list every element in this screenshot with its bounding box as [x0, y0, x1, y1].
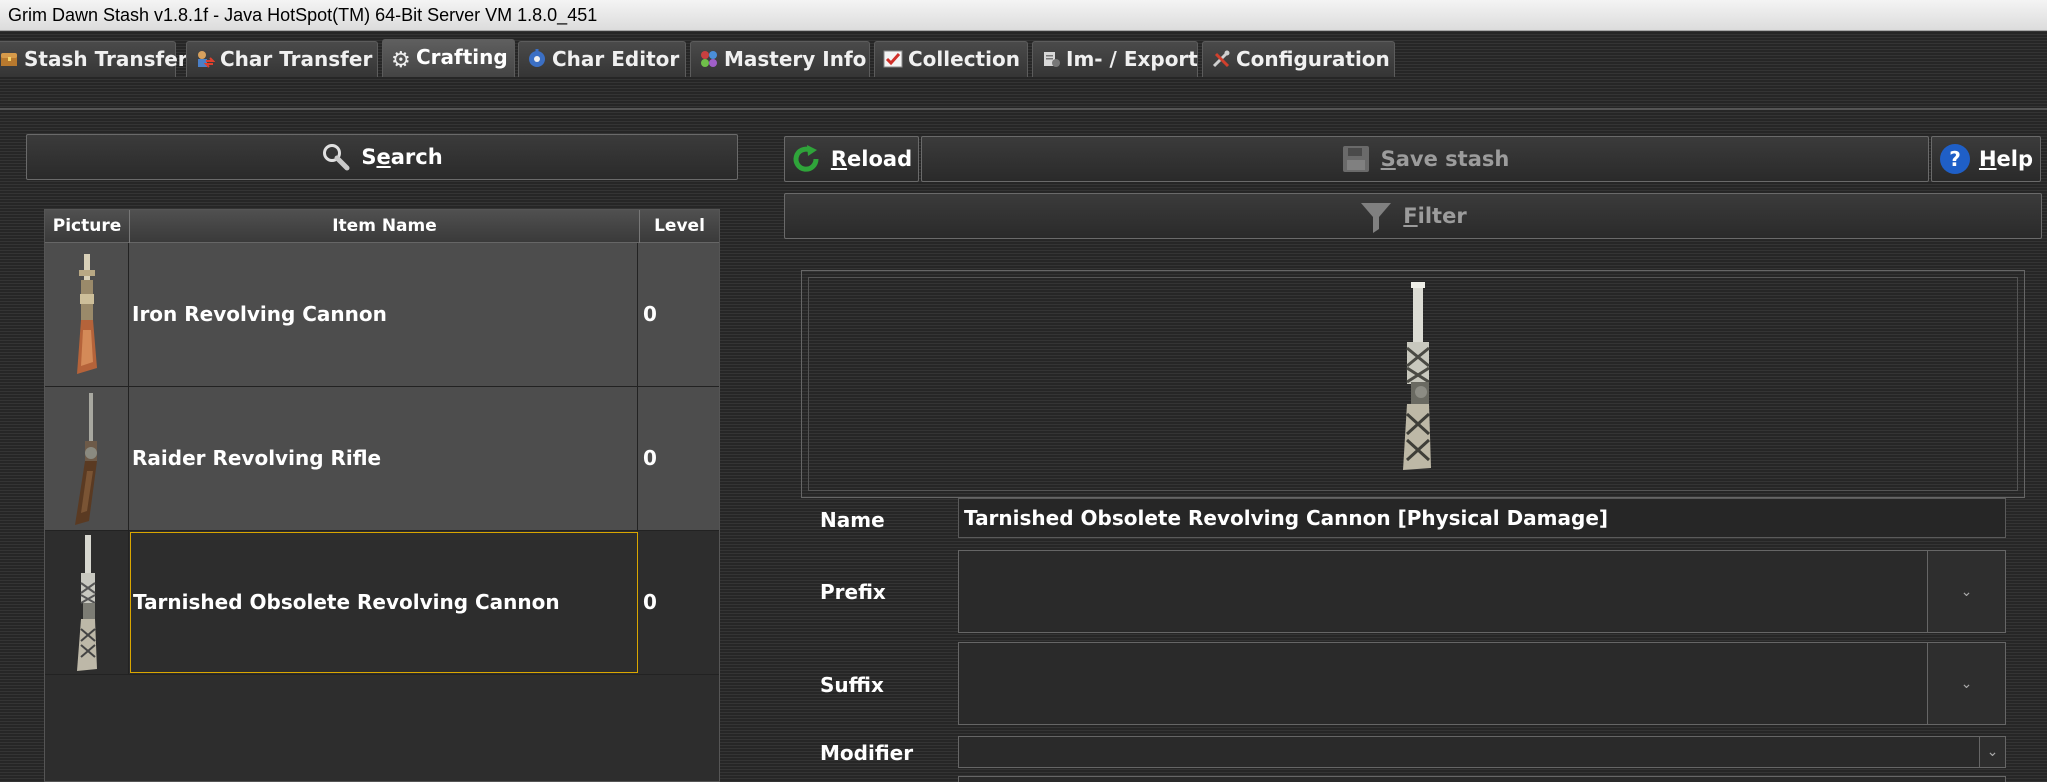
- suffix-select[interactable]: ⌄: [958, 642, 2006, 725]
- modifier-select[interactable]: ⌄: [958, 736, 2006, 768]
- table-header: Picture Item Name Level: [45, 210, 719, 243]
- import-export-icon: [1044, 52, 1060, 67]
- svg-text:?: ?: [1949, 147, 1961, 171]
- tab-label: Char Transfer: [220, 47, 373, 71]
- tab-configuration[interactable]: Configuration: [1202, 41, 1395, 77]
- tab-separator: [0, 108, 2047, 110]
- item-level: 0: [643, 590, 657, 614]
- prefix-label: Prefix: [820, 580, 886, 604]
- tab-mastery-info[interactable]: Mastery Info: [690, 41, 870, 77]
- item-level: 0: [643, 302, 657, 326]
- chevron-down-icon[interactable]: ⌄: [1927, 551, 2005, 632]
- main-content: Stash Transfer Char Transfer ⚙ Crafting C…: [0, 31, 2047, 782]
- tab-label: Mastery Info: [724, 47, 867, 71]
- prefix-select[interactable]: ⌄: [958, 550, 2006, 633]
- checklist-icon: [883, 50, 903, 68]
- gear-icon: ⚙: [391, 48, 411, 73]
- item-name: Tarnished Obsolete Revolving Cannon: [130, 532, 638, 673]
- funnel-icon: [1361, 203, 1392, 233]
- window-title: Grim Dawn Stash v1.8.1f - Java HotSpot(T…: [0, 0, 2047, 31]
- tab-label: Crafting: [416, 45, 508, 69]
- char-editor-icon: [529, 49, 545, 67]
- item-picture: [45, 387, 129, 530]
- floppy-disk-icon: [1342, 146, 1369, 172]
- tools-icon: [1212, 50, 1230, 68]
- mastery-icon: [701, 51, 717, 67]
- item-name: Iron Revolving Cannon: [130, 243, 638, 386]
- suffix-label: Suffix: [820, 673, 884, 697]
- item-name: Raider Revolving Rifle: [130, 387, 638, 530]
- tab-label: Char Editor: [552, 47, 680, 71]
- table-row[interactable]: Iron Revolving Cannon 0: [45, 243, 719, 387]
- search-button[interactable]: Search: [26, 134, 738, 180]
- tab-label: Collection: [908, 47, 1020, 71]
- refresh-icon: [793, 145, 819, 172]
- cannon-icon: [76, 253, 97, 374]
- name-label: Name: [820, 508, 885, 532]
- next-field-partial[interactable]: [958, 776, 2006, 782]
- item-level: 0: [643, 446, 657, 470]
- tab-collection[interactable]: Collection: [874, 41, 1028, 77]
- column-header-item-name[interactable]: Item Name: [130, 210, 640, 243]
- tab-char-transfer[interactable]: Char Transfer: [186, 41, 378, 77]
- tab-stash-transfer[interactable]: Stash Transfer: [0, 41, 188, 77]
- chevron-down-icon[interactable]: ⌄: [1979, 737, 2005, 767]
- reload-label: Reload: [830, 147, 913, 171]
- cannon-icon: [76, 534, 97, 671]
- filter-button[interactable]: Filter: [784, 193, 2042, 239]
- tab-label: Stash Transfer: [24, 47, 188, 71]
- column-header-level[interactable]: Level: [640, 210, 719, 243]
- help-icon: ?: [1939, 144, 1970, 174]
- item-preview-frame: [808, 277, 2018, 491]
- filter-label: Filter: [1403, 204, 1467, 228]
- item-preview: [801, 270, 2025, 498]
- table-row[interactable]: Raider Revolving Rifle 0: [45, 387, 719, 531]
- save-stash-button[interactable]: Save stash: [921, 136, 1929, 182]
- tab-import-export[interactable]: Im- / Export: [1032, 41, 1198, 77]
- table-row-selected[interactable]: Tarnished Obsolete Revolving Cannon 0: [45, 531, 719, 675]
- modifier-label: Modifier: [820, 741, 914, 765]
- tab-label: Im- / Export: [1066, 47, 1198, 71]
- rifle-icon: [74, 392, 97, 525]
- item-picture: [45, 243, 129, 386]
- item-picture: [45, 531, 129, 674]
- help-label: Help: [1978, 147, 2034, 171]
- tab-bar: Stash Transfer Char Transfer ⚙ Crafting C…: [0, 39, 2047, 77]
- item-image-icon: [1403, 282, 1431, 470]
- search-icon: [323, 144, 350, 171]
- column-header-picture[interactable]: Picture: [45, 210, 130, 243]
- tab-crafting[interactable]: ⚙ Crafting: [382, 39, 515, 77]
- item-table: Picture Item Name Level Iron Revolving C…: [44, 209, 720, 782]
- help-button[interactable]: ? Help: [1931, 136, 2041, 182]
- reload-button[interactable]: Reload: [784, 136, 919, 182]
- tab-label: Configuration: [1236, 47, 1390, 71]
- name-field[interactable]: Tarnished Obsolete Revolving Cannon [Phy…: [958, 498, 2006, 538]
- save-stash-label: Save stash: [1380, 147, 1510, 171]
- char-transfer-icon: [198, 51, 215, 68]
- search-label: Search: [361, 145, 443, 169]
- chevron-down-icon[interactable]: ⌄: [1927, 643, 2005, 724]
- tab-char-editor[interactable]: Char Editor: [518, 41, 686, 77]
- chest-icon: [1, 53, 17, 66]
